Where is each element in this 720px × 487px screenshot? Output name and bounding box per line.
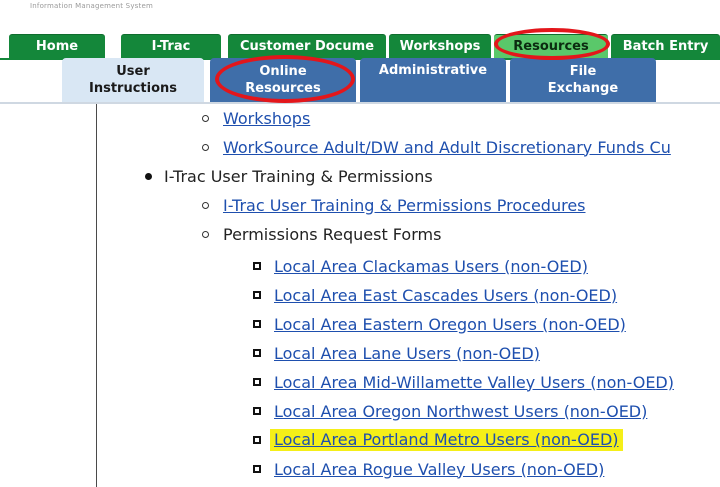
- list-item: Local Area Oregon Northwest Users (non-O…: [253, 399, 647, 423]
- square-bullet-icon: [253, 465, 261, 473]
- link-form-rogue-valley[interactable]: Local Area Rogue Valley Users (non-OED): [274, 460, 604, 479]
- tab-batch-entry[interactable]: Batch Entry: [611, 34, 720, 58]
- circle-bullet-icon: [202, 230, 209, 238]
- link-form-east-cascades[interactable]: Local Area East Cascades Users (non-OED): [274, 286, 617, 305]
- subtab-online-resources[interactable]: Online Resources: [210, 58, 356, 102]
- section-title: I-Trac User Training & Permissions: [164, 166, 433, 186]
- link-form-portland-metro[interactable]: Local Area Portland Metro Users (non-OED…: [270, 429, 623, 451]
- list-item: Workshops: [202, 106, 310, 130]
- tab-i-trac[interactable]: I-Trac: [121, 34, 221, 58]
- list-item: Local Area Mid-Willamette Valley Users (…: [253, 370, 674, 394]
- subtab-label: User: [116, 64, 150, 79]
- main-content: Workshops WorkSource Adult/DW and Adult …: [0, 104, 720, 487]
- link-form-oregon-northwest[interactable]: Local Area Oregon Northwest Users (non-O…: [274, 402, 647, 421]
- tab-resources[interactable]: Resources: [494, 34, 608, 58]
- link-form-lane[interactable]: Local Area Lane Users (non-OED): [274, 344, 540, 363]
- subtab-file-exchange[interactable]: File Exchange: [510, 58, 656, 102]
- list-item: Local Area Lane Users (non-OED): [253, 341, 540, 365]
- square-bullet-icon: [253, 378, 261, 386]
- link-permissions-procedures[interactable]: I-Trac User Training & Permissions Proce…: [223, 196, 586, 215]
- list-item: Local Area Clackamas Users (non-OED): [253, 254, 588, 278]
- left-border-line: [96, 104, 97, 487]
- subtab-user-instructions[interactable]: User Instructions: [62, 58, 204, 102]
- link-form-clackamas[interactable]: Local Area Clackamas Users (non-OED): [274, 257, 588, 276]
- list-item: Local Area Eastern Oregon Users (non-OED…: [253, 312, 626, 336]
- tab-home[interactable]: Home: [9, 34, 105, 58]
- square-bullet-icon: [253, 291, 261, 299]
- circle-bullet-icon: [202, 201, 209, 209]
- list-item: Local Area Rogue Valley Users (non-OED): [253, 457, 604, 481]
- list-item: Permissions Request Forms: [202, 222, 441, 246]
- main-tab-bar: Home I-Trac Customer Docume Workshops Re…: [0, 30, 720, 58]
- subtab-label: Exchange: [547, 81, 619, 96]
- list-item: WorkSource Adult/DW and Adult Discretion…: [202, 135, 671, 159]
- link-worksource-adult[interactable]: WorkSource Adult/DW and Adult Discretion…: [223, 138, 671, 157]
- square-bullet-icon: [253, 349, 261, 357]
- disc-bullet-icon: [145, 172, 152, 180]
- subtab-label: Resources: [245, 81, 321, 96]
- section-item: I-Trac User Training & Permissions: [145, 164, 433, 188]
- link-form-eastern-oregon[interactable]: Local Area Eastern Oregon Users (non-OED…: [274, 315, 626, 334]
- square-bullet-icon: [253, 262, 261, 270]
- square-bullet-icon: [253, 407, 261, 415]
- subtab-label: Online: [259, 64, 307, 79]
- subtab-administrative[interactable]: Administrative: [360, 58, 506, 102]
- list-item: Local Area Portland Metro Users (non-OED…: [253, 428, 623, 452]
- tab-customer-documents[interactable]: Customer Docume: [228, 34, 386, 58]
- square-bullet-icon: [253, 320, 261, 328]
- circle-bullet-icon: [202, 143, 209, 151]
- link-form-mid-willamette[interactable]: Local Area Mid-Willamette Valley Users (…: [274, 373, 674, 392]
- list-item: I-Trac User Training & Permissions Proce…: [202, 193, 586, 217]
- tab-workshops[interactable]: Workshops: [389, 34, 491, 58]
- system-name: Information Management System: [30, 2, 153, 10]
- subtab-label: File: [569, 64, 597, 79]
- square-bullet-icon: [253, 436, 261, 444]
- subtab-label: Administrative: [378, 63, 488, 78]
- circle-bullet-icon: [202, 114, 209, 122]
- permissions-label: Permissions Request Forms: [223, 224, 442, 244]
- header-strip: Information Management System: [0, 0, 720, 30]
- list-item: Local Area East Cascades Users (non-OED): [253, 283, 617, 307]
- subtab-label: Instructions: [88, 81, 177, 96]
- link-workshops[interactable]: Workshops: [223, 109, 310, 128]
